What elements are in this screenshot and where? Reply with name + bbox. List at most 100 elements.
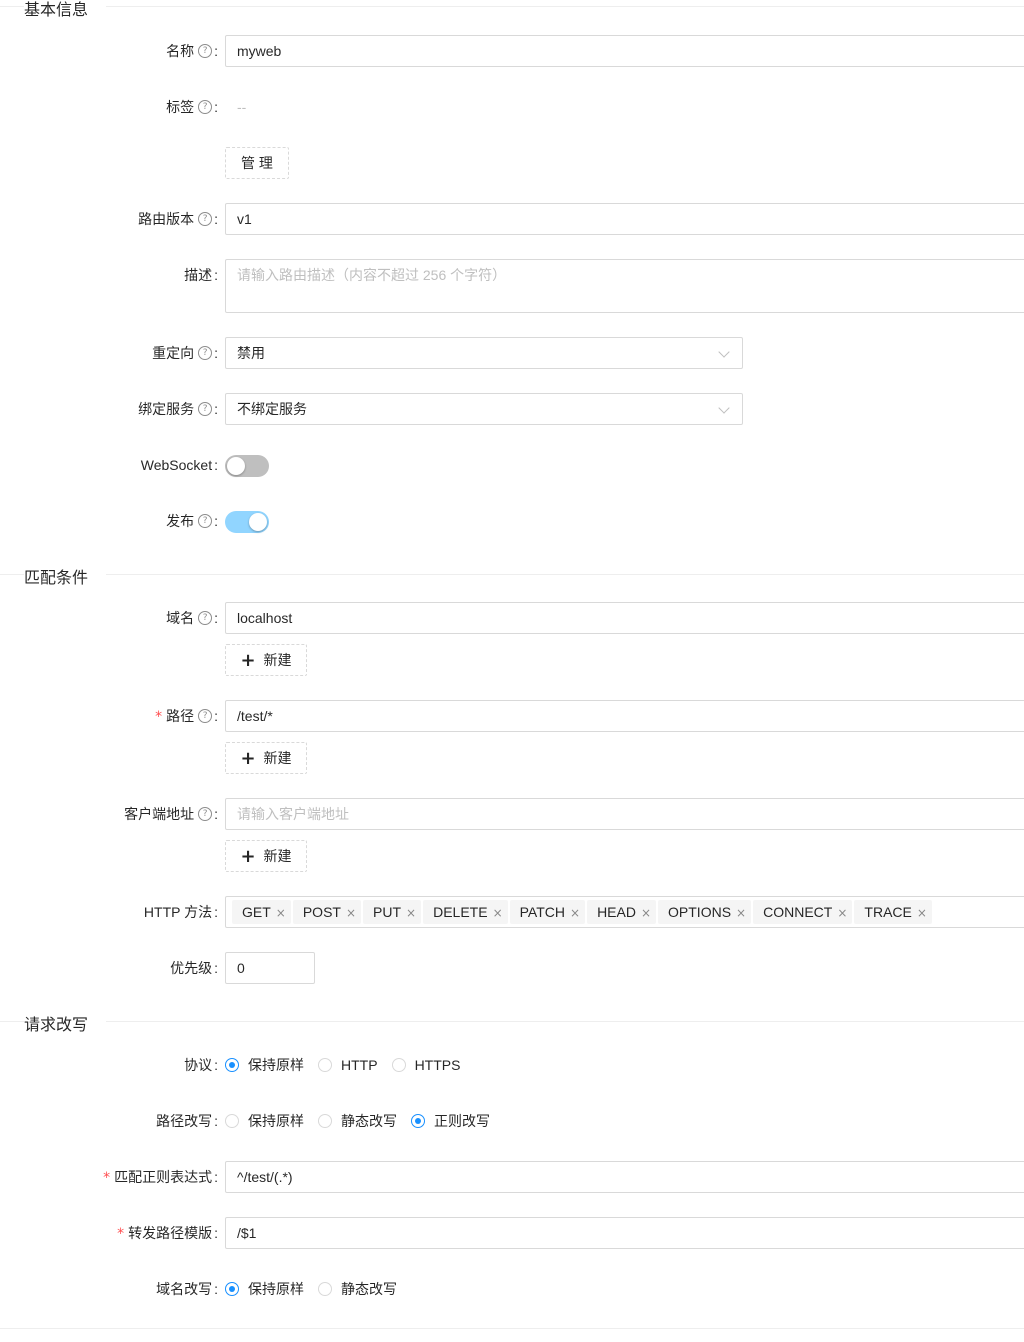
section-divider: [0, 6, 1024, 7]
protocol-radio-group: 保持原样 HTTP HTTPS: [225, 1049, 474, 1081]
description-textarea[interactable]: 请输入路由描述（内容不超过 256 个字符）: [225, 259, 1024, 313]
client-address-input[interactable]: 请输入客户端地址: [225, 798, 1024, 830]
bind-service-select[interactable]: 不绑定服务: [225, 393, 743, 425]
protocol-option-https[interactable]: HTTPS: [391, 1049, 460, 1081]
section-title-basic: 基本信息: [24, 0, 107, 20]
tags-label: 标签?:: [166, 99, 218, 115]
http-method-tag: CONNECT ×: [753, 900, 853, 924]
name-label: 名称?:: [166, 43, 218, 59]
help-icon[interactable]: ?: [198, 100, 213, 115]
path-rewrite-radio-group: 保持原样 静态改写 正则改写: [225, 1105, 504, 1137]
section-divider: [0, 1021, 1024, 1022]
protocol-label: 协议:: [184, 1057, 218, 1073]
redirect-select[interactable]: 禁用: [225, 337, 743, 369]
bind-service-label: 绑定服务?:: [138, 401, 218, 417]
path-rewrite-option-keep[interactable]: 保持原样: [225, 1105, 304, 1137]
path-rewrite-option-regex[interactable]: 正则改写: [411, 1105, 490, 1137]
help-icon[interactable]: ?: [198, 514, 213, 529]
tags-value: --: [237, 99, 247, 115]
help-icon[interactable]: ?: [198, 402, 213, 417]
plus-icon: +: [240, 650, 256, 671]
close-icon[interactable]: ×: [641, 906, 651, 920]
priority-label: 优先级:: [170, 960, 218, 976]
close-icon[interactable]: ×: [346, 906, 356, 920]
path-rewrite-label: 路径改写:: [156, 1113, 218, 1129]
radio-icon: [318, 1282, 332, 1297]
http-method-tag: DELETE ×: [423, 900, 508, 924]
description-placeholder: 请输入路由描述（内容不超过 256 个字符）: [237, 267, 507, 283]
radio-icon: [318, 1058, 332, 1073]
host-rewrite-option-keep[interactable]: 保持原样: [225, 1273, 304, 1305]
chevron-down-icon: [718, 346, 730, 358]
help-icon[interactable]: ?: [198, 346, 213, 361]
required-mark: *: [117, 1226, 125, 1242]
domain-label: 域名?:: [166, 610, 218, 626]
websocket-label: WebSocket:: [140, 457, 218, 473]
publish-label: 发布?:: [166, 513, 218, 529]
host-rewrite-label: 域名改写:: [156, 1281, 218, 1297]
radio-icon: [225, 1282, 239, 1297]
close-icon[interactable]: ×: [406, 906, 416, 920]
path-label: * 路径?:: [155, 708, 218, 725]
websocket-switch[interactable]: [225, 455, 269, 477]
section-divider: [0, 574, 1024, 575]
path-input[interactable]: /test/*: [225, 700, 1024, 732]
section-divider: [0, 1328, 1024, 1329]
http-method-tag: PATCH ×: [509, 900, 586, 924]
add-domain-button[interactable]: + 新建: [225, 644, 307, 676]
http-methods-label: HTTP 方法:: [143, 904, 218, 920]
plus-icon: +: [240, 748, 256, 769]
help-icon[interactable]: ?: [198, 44, 213, 59]
close-icon[interactable]: ×: [837, 906, 847, 920]
help-icon[interactable]: ?: [198, 807, 213, 822]
client-address-label: 客户端地址?:: [124, 806, 218, 822]
close-icon[interactable]: ×: [276, 906, 286, 920]
regex-label: * 匹配正则表达式:: [103, 1169, 218, 1186]
add-path-button[interactable]: + 新建: [225, 742, 307, 774]
help-icon[interactable]: ?: [198, 709, 213, 724]
switch-knob: [249, 513, 267, 531]
domain-input[interactable]: localhost: [225, 602, 1024, 634]
add-client-address-button[interactable]: + 新建: [225, 840, 307, 872]
plus-icon: +: [240, 846, 256, 867]
http-method-tag: TRACE ×: [854, 900, 932, 924]
help-icon[interactable]: ?: [198, 212, 213, 227]
close-icon[interactable]: ×: [493, 906, 503, 920]
client-address-placeholder: 请输入客户端地址: [237, 806, 349, 822]
switch-knob: [227, 457, 245, 475]
close-icon[interactable]: ×: [570, 906, 580, 920]
radio-icon: [225, 1114, 239, 1129]
required-mark: *: [103, 1170, 111, 1186]
description-label: 描述:: [184, 267, 218, 283]
host-rewrite-radio-group: 保持原样 静态改写: [225, 1273, 411, 1305]
help-icon[interactable]: ?: [198, 611, 213, 626]
section-title-rewrite: 请求改写: [24, 1011, 107, 1035]
name-input[interactable]: myweb: [225, 35, 1024, 67]
http-method-tag: PUT ×: [363, 900, 422, 924]
http-method-tag: OPTIONS ×: [658, 900, 752, 924]
http-method-tag: POST ×: [292, 900, 362, 924]
section-title-match: 匹配条件: [24, 564, 107, 588]
redirect-label: 重定向?:: [152, 345, 218, 361]
priority-input[interactable]: 0: [225, 952, 315, 984]
version-label: 路由版本?:: [138, 211, 218, 227]
close-icon[interactable]: ×: [917, 906, 927, 920]
radio-icon: [225, 1058, 239, 1073]
radio-icon: [318, 1114, 332, 1129]
version-input[interactable]: v1: [225, 203, 1024, 235]
close-icon[interactable]: ×: [736, 906, 746, 920]
regex-input[interactable]: ^/test/(.*): [225, 1161, 1024, 1193]
http-methods-select[interactable]: GET × POST × PUT × DELETE × PATCH × HEAD × OPTIONS × C…: [225, 896, 1024, 928]
host-rewrite-option-static[interactable]: 静态改写: [318, 1273, 397, 1305]
radio-icon: [391, 1058, 406, 1073]
protocol-option-http[interactable]: HTTP: [318, 1049, 378, 1081]
protocol-option-keep[interactable]: 保持原样: [225, 1049, 304, 1081]
radio-icon: [411, 1114, 425, 1129]
manage-tags-button[interactable]: 管 理: [225, 147, 289, 179]
forward-template-input[interactable]: /$1: [225, 1217, 1024, 1249]
chevron-down-icon: [718, 402, 730, 414]
publish-switch[interactable]: [225, 511, 269, 533]
forward-template-label: * 转发路径模版:: [117, 1225, 218, 1242]
http-method-tag: GET ×: [232, 900, 291, 924]
path-rewrite-option-static[interactable]: 静态改写: [318, 1105, 397, 1137]
